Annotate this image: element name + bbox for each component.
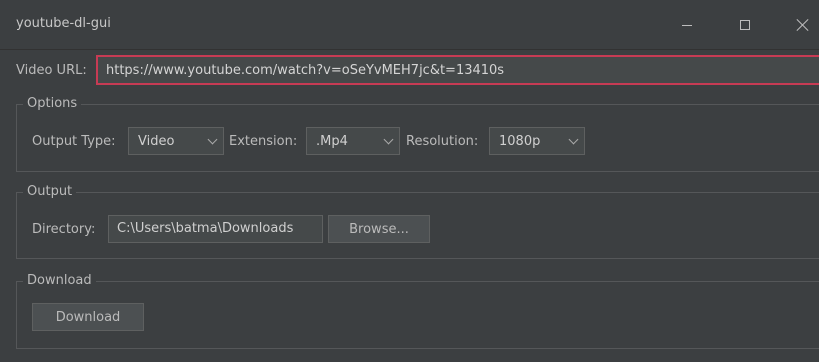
output-type-label: Output Type: <box>32 134 116 149</box>
chevron-down-icon <box>562 134 584 144</box>
close-button[interactable] <box>781 10 819 40</box>
video-url-input[interactable] <box>96 55 819 85</box>
maximize-icon <box>740 20 750 30</box>
resolution-select[interactable]: 1080p <box>489 127 585 155</box>
options-group: Options Output Type: Video Extension: .M… <box>16 96 819 172</box>
extension-value: .Mp4 <box>316 133 348 149</box>
minimize-icon <box>682 24 692 26</box>
download-button[interactable]: Download <box>32 303 144 331</box>
minimize-button[interactable] <box>665 10 709 40</box>
chevron-down-icon <box>377 134 399 144</box>
close-icon <box>797 19 809 31</box>
output-type-select[interactable]: Video <box>128 127 224 155</box>
chevron-down-icon <box>201 134 223 144</box>
window-title: youtube-dl-gui <box>16 16 111 31</box>
extension-label: Extension: <box>229 134 298 149</box>
options-legend: Options <box>23 96 82 111</box>
title-bar: youtube-dl-gui <box>0 0 819 50</box>
video-url-label: Video URL: <box>16 63 87 78</box>
output-legend: Output <box>23 184 77 199</box>
download-legend: Download <box>23 273 96 288</box>
directory-field[interactable]: C:\Users\batma\Downloads <box>108 215 323 243</box>
resolution-value: 1080p <box>499 133 541 149</box>
download-group: Download Download <box>16 273 819 349</box>
output-group: Output Directory: C:\Users\batma\Downloa… <box>16 184 819 259</box>
maximize-button[interactable] <box>723 10 767 40</box>
extension-select[interactable]: .Mp4 <box>306 127 400 155</box>
directory-label: Directory: <box>32 222 96 237</box>
browse-button[interactable]: Browse... <box>328 215 430 243</box>
resolution-label: Resolution: <box>406 134 479 149</box>
output-type-value: Video <box>138 133 175 149</box>
